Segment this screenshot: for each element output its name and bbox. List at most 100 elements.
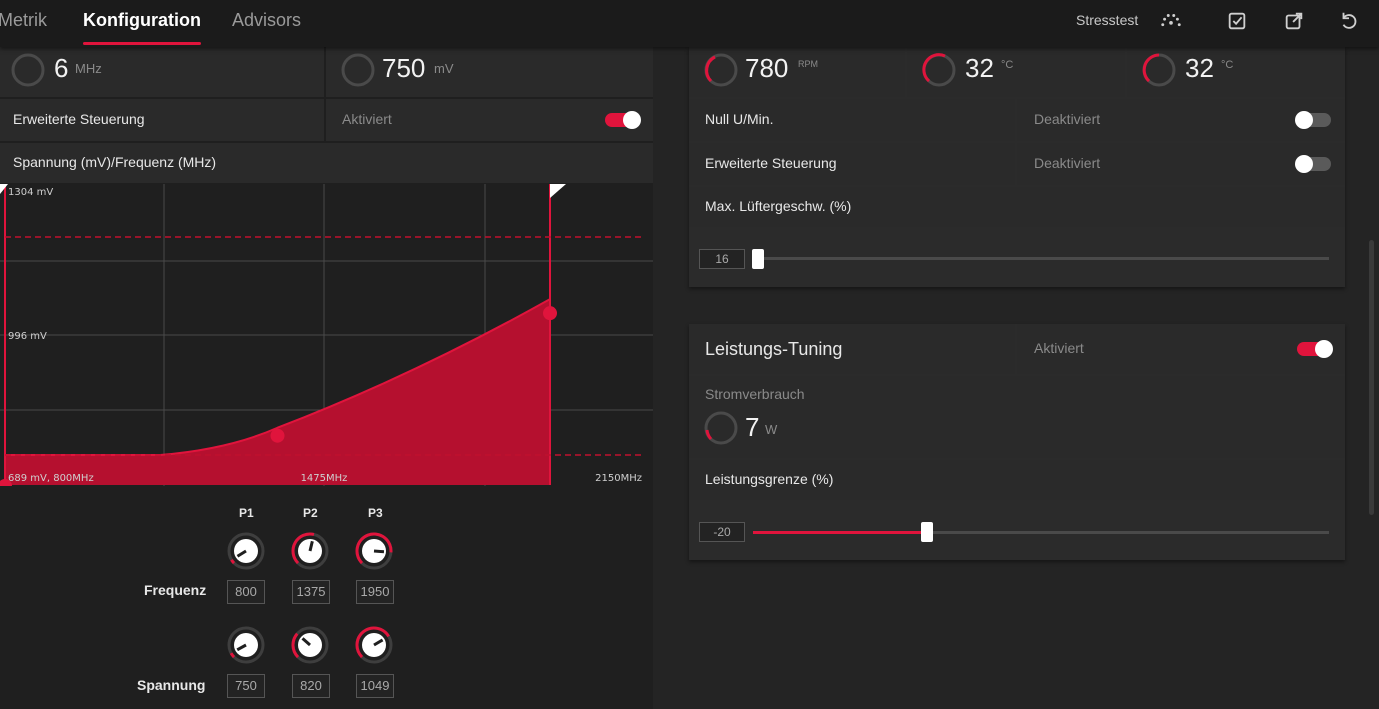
p3-frequency-input[interactable]: 1950	[356, 580, 394, 604]
p1-frequency-knob[interactable]	[226, 531, 266, 571]
p2-header: P2	[303, 506, 318, 520]
p3-handle[interactable]	[543, 306, 557, 321]
toggle-knob	[1295, 111, 1313, 129]
max-fan-speed-slider-thumb[interactable]	[752, 249, 764, 269]
perf-tuning-toggle[interactable]	[1297, 340, 1333, 358]
p2-handle[interactable]	[270, 428, 285, 443]
clock-value: 6	[54, 53, 69, 83]
voltage-gauge-icon	[341, 53, 375, 87]
p2-voltage-knob[interactable]	[290, 625, 330, 665]
perf-tuning-label: Leistungs-Tuning	[705, 339, 843, 359]
power-consumption-label: Stromverbrauch	[705, 386, 805, 402]
temperature-gauge-icon	[922, 53, 956, 87]
temperature-value-1: 32	[965, 53, 994, 83]
advanced-control-label: Erweiterte Steuerung	[13, 111, 145, 127]
clock-unit: MHz	[75, 61, 102, 76]
x-tick-label: 689 mV, 800MHz	[8, 473, 94, 484]
power-limit-label: Leistungsgrenze (%)	[705, 471, 834, 487]
fan-advanced-status-cell: Deaktiviert	[1017, 143, 1345, 185]
p3-header: P3	[368, 506, 383, 520]
zero-rpm-row: Null U/Min.	[689, 99, 1015, 141]
stresstest-gauge-icon[interactable]	[1160, 10, 1182, 32]
reset-icon[interactable]	[1338, 10, 1360, 32]
fan-speed-gauge-icon	[704, 53, 738, 87]
apply-changes-icon[interactable]	[1226, 10, 1248, 32]
advanced-control-status-cell: Aktiviert	[326, 99, 653, 141]
voltage-unit: mV	[434, 61, 454, 76]
power-limit-input[interactable]: -20	[699, 522, 745, 542]
scrollbar[interactable]	[1369, 240, 1374, 515]
temperature-unit-1: °C	[1001, 59, 1014, 71]
advanced-control-status: Aktiviert	[342, 111, 392, 127]
y-tick-label: 996 mV	[8, 331, 47, 342]
max-fan-speed-slider-track[interactable]	[753, 257, 1329, 260]
p1-frequency-input[interactable]: 800	[227, 580, 265, 604]
frequenz-label: Frequenz	[144, 582, 207, 598]
top-navigation-bar: Metrik Konfiguration Advisors Stresstest	[0, 0, 1379, 47]
toggle-knob	[623, 111, 641, 129]
zero-rpm-label: Null U/Min.	[705, 111, 774, 127]
perf-tuning-row: Leistungs-Tuning	[689, 324, 1015, 374]
p3-voltage-knob[interactable]	[354, 625, 394, 665]
perf-tuning-status-cell: Aktiviert	[1017, 324, 1345, 374]
p3-frequency-knob[interactable]	[354, 531, 394, 571]
vf-curve-title: Spannung (mV)/Frequenz (MHz)	[13, 154, 217, 170]
tab-advisors[interactable]: Advisors	[232, 10, 301, 31]
advanced-control-toggle[interactable]	[605, 111, 641, 129]
fan-tuning-card: 780 RPM 32 °C 32 °C Null U/Min. Deaktivi…	[689, 47, 1345, 287]
max-fan-speed-row: Max. Lüftergeschw. (%)	[689, 187, 1345, 227]
power-consumption-unit: W	[765, 422, 778, 437]
temperature-value-2: 32	[1185, 53, 1214, 83]
fan-advanced-status: Deaktiviert	[1034, 155, 1101, 171]
y-tick-label: 1304 mV	[8, 187, 53, 198]
power-limit-row: Leistungsgrenze (%)	[689, 460, 1345, 500]
p1-header: P1	[239, 506, 254, 520]
power-limit-slider-fill	[753, 531, 927, 534]
p2-frequency-knob[interactable]	[290, 531, 330, 571]
p1-voltage-knob[interactable]	[226, 625, 266, 665]
p2-frequency-input[interactable]: 1375	[292, 580, 330, 604]
spannung-label: Spannung	[137, 677, 206, 693]
power-consumption-value: 7	[745, 412, 760, 442]
vf-curve-chart[interactable]: 1304 mV 996 mV 689 mV, 800MHz 1475MHz 21…	[0, 184, 653, 493]
fan-advanced-toggle[interactable]	[1295, 155, 1331, 173]
stresstest-label[interactable]: Stresstest	[1076, 12, 1138, 28]
x-tick-label: 2150MHz	[595, 473, 642, 484]
temperature-unit-2: °C	[1221, 59, 1234, 71]
voltage-value: 750	[382, 53, 426, 83]
zero-rpm-toggle[interactable]	[1295, 111, 1331, 129]
fan-advanced-label: Erweiterte Steuerung	[705, 155, 837, 171]
max-fan-speed-label: Max. Lüftergeschw. (%)	[705, 198, 852, 214]
x-tick-label: 1475MHz	[301, 473, 348, 484]
toggle-knob	[1295, 155, 1313, 173]
p2-voltage-input[interactable]: 820	[292, 674, 330, 698]
temperature-cell-1: 32 °C	[907, 47, 1125, 97]
vf-curve-svg[interactable]: 1304 mV 996 mV 689 mV, 800MHz 1475MHz 21…	[0, 184, 653, 493]
temperature-cell-2: 32 °C	[1127, 47, 1345, 97]
tab-metrik[interactable]: Metrik	[0, 10, 47, 31]
fan-and-power-panel: 780 RPM 32 °C 32 °C Null U/Min. Deaktivi…	[653, 47, 1379, 709]
zero-rpm-status: Deaktiviert	[1034, 111, 1101, 127]
power-gauge-icon	[704, 411, 738, 445]
temperature-gauge-icon	[1142, 53, 1176, 87]
p3-voltage-input[interactable]: 1049	[356, 674, 394, 698]
perf-tuning-status: Aktiviert	[1034, 340, 1084, 356]
p1-voltage-input[interactable]: 750	[227, 674, 265, 698]
tab-konfiguration[interactable]: Konfiguration	[83, 10, 201, 31]
fan-speed-unit: RPM	[798, 59, 818, 69]
max-fan-speed-input[interactable]: 16	[699, 249, 745, 269]
advanced-control-row: Erweiterte Steuerung	[0, 99, 324, 141]
export-icon[interactable]	[1283, 10, 1305, 32]
toggle-knob	[1315, 340, 1333, 358]
fan-advanced-row: Erweiterte Steuerung	[689, 143, 1015, 185]
fan-speed-cell: 780 RPM	[689, 47, 905, 97]
fan-speed-value: 780	[745, 53, 789, 83]
power-consumption-cell: Stromverbrauch 7 W	[689, 376, 1345, 458]
vf-curve-header: Spannung (mV)/Frequenz (MHz)	[0, 143, 653, 183]
power-tuning-card: Leistungs-Tuning Aktiviert Stromverbrauc…	[689, 324, 1345, 560]
power-limit-slider-thumb[interactable]	[921, 522, 933, 542]
voltage-gauge-cell: 750 mV	[326, 47, 653, 97]
active-tab-indicator	[83, 42, 201, 45]
zero-rpm-status-cell: Deaktiviert	[1017, 99, 1345, 141]
clock-gauge-cell: 6 MHz	[0, 47, 324, 97]
